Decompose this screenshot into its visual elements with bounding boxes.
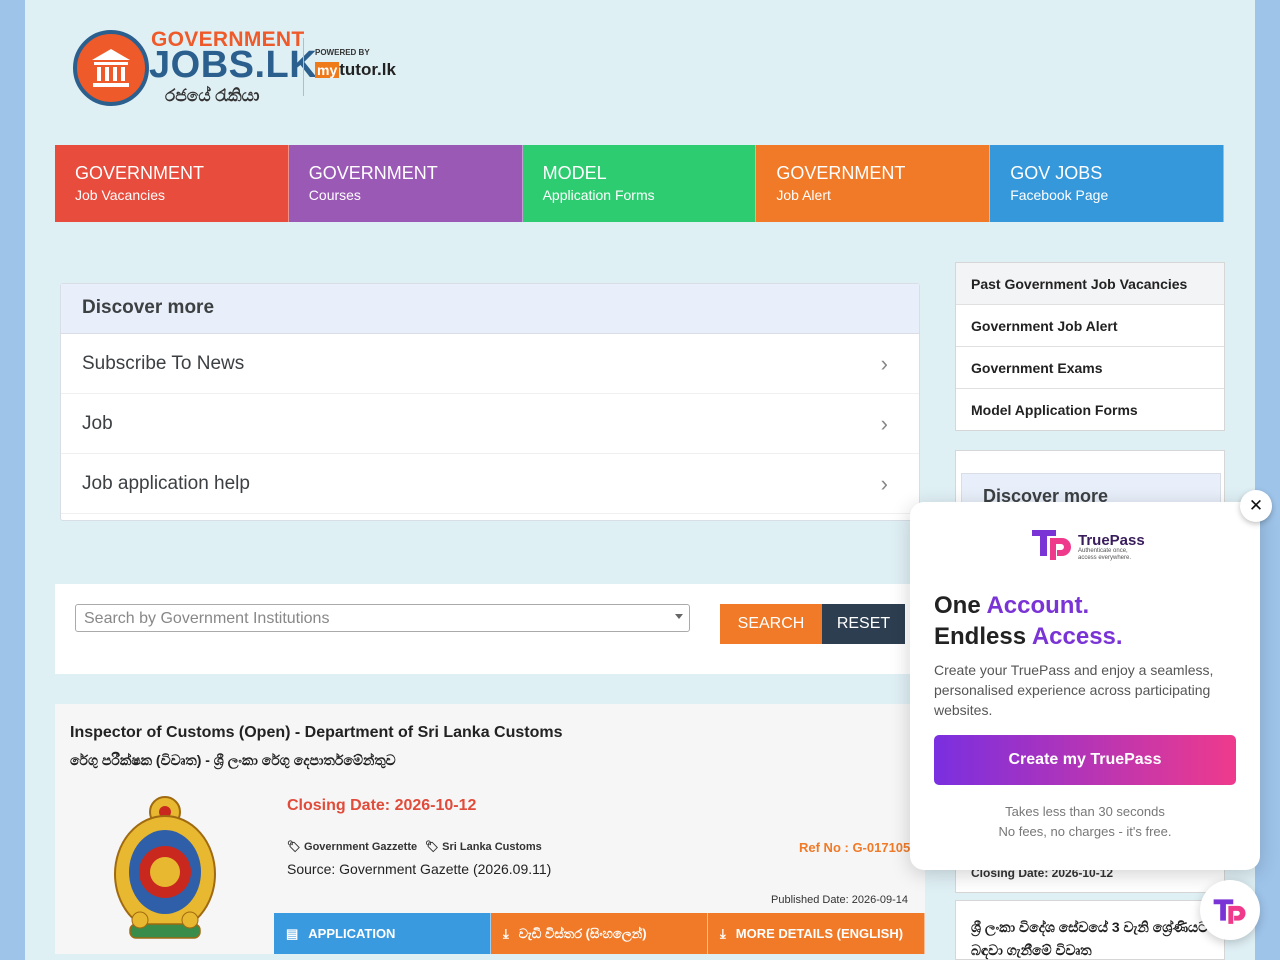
tag-gazette[interactable]: 🏷 Government Gazzette: [287, 840, 417, 853]
details-sinhala-button[interactable]: ⤓ වැඩි විස්තර (සිංහලෙන්): [491, 913, 708, 954]
menu-courses[interactable]: GOVERNMENT Courses: [288, 145, 523, 222]
building-icon: [73, 30, 149, 106]
dropdown-arrow-icon: [675, 614, 683, 619]
tag-icon: 🏷: [425, 841, 443, 853]
truepass-logo-icon: [1032, 530, 1071, 560]
menu-item-subtitle: Courses: [308, 187, 361, 203]
details-sinhala-label: වැඩි විස්තර (සිංහලෙන්): [518, 925, 647, 941]
discover-item-label: Job: [82, 412, 113, 434]
form-icon: ▤: [286, 925, 299, 941]
institution-select[interactable]: Search by Government Institutions: [75, 604, 690, 632]
download-icon: ⤓: [720, 925, 726, 941]
discover-item-subscribe[interactable]: Subscribe To News ›: [61, 334, 919, 394]
details-english-button[interactable]: ⤓ MORE DETAILS (ENGLISH): [708, 913, 925, 954]
discover-item-job[interactable]: Job ›: [61, 394, 919, 454]
reset-button[interactable]: RESET: [822, 604, 905, 644]
menu-item-title: GOVERNMENT: [776, 163, 906, 183]
powered-by-label: POWERED BY: [315, 48, 370, 57]
details-english-label: MORE DETAILS (ENGLISH): [735, 926, 904, 941]
create-truepass-button[interactable]: Create my TruePass: [934, 735, 1236, 785]
truepass-brand: TruePass: [1078, 532, 1145, 549]
menu-item-subtitle: Job Alert: [776, 187, 831, 203]
sidebar-discover-panel: Discover more: [955, 450, 1225, 511]
search-button[interactable]: SEARCH: [720, 604, 822, 644]
partner-logo: my tutor.lk: [315, 60, 396, 79]
chevron-right-icon: ›: [880, 350, 888, 376]
job-title[interactable]: Inspector of Customs (Open) - Department…: [70, 724, 563, 742]
tag-icon: 🏷: [287, 841, 305, 853]
tag-customs[interactable]: 🏷 Sri Lanka Customs: [425, 840, 542, 853]
truepass-tagline: Authenticate once, access everywhere.: [1078, 548, 1132, 561]
application-label: APPLICATION: [308, 926, 396, 941]
close-icon[interactable]: ✕: [1240, 490, 1272, 522]
sidebar-link-exams[interactable]: Government Exams: [956, 347, 1224, 389]
menu-item-subtitle: Facebook Page: [1010, 187, 1109, 203]
published-date: Published Date: 2026-09-14: [771, 894, 908, 906]
logo-line-2: JOBS.LK: [149, 44, 318, 86]
menu-item-title: MODEL: [542, 163, 607, 183]
search-panel: Search by Government Institutions SEARCH…: [55, 584, 925, 674]
menu-application-forms[interactable]: MODEL Application Forms: [522, 145, 757, 222]
menu-item-subtitle: Application Forms: [542, 187, 655, 203]
discover-item-help[interactable]: Job application help ›: [61, 454, 919, 514]
menu-job-alert[interactable]: GOVERNMENT Job Alert: [756, 145, 991, 222]
sidebar-link-job-alert[interactable]: Government Job Alert: [956, 305, 1224, 347]
logo-divider: [303, 38, 304, 96]
discover-item-label: Subscribe To News: [82, 352, 245, 374]
download-icon: ⤓: [503, 925, 509, 941]
site-logo[interactable]: GOVERNMENT JOBS.LK රජයේ රැකියා POWERED B…: [73, 28, 403, 110]
truepass-description: Create your TruePass and enjoy a seamles…: [934, 662, 1214, 718]
chevron-right-icon: ›: [880, 470, 888, 496]
job-source: Source: Government Gazette (2026.09.11): [287, 861, 552, 877]
discover-item-label: Job application help: [82, 472, 250, 494]
truepass-popup: TruePass Authenticate once, access everyw…: [910, 502, 1260, 870]
sidebar-job-title[interactable]: ශ්‍රී ලංකා විදේශ සේවයේ 3 වැනි ශ්‍රේණියට …: [955, 900, 1225, 960]
logo-line-3: රජයේ රැකියා: [165, 86, 260, 105]
sri-lanka-emblem-icon: [110, 792, 220, 942]
chevron-right-icon: ›: [880, 410, 888, 436]
truepass-logo: TruePass Authenticate once, access everyw…: [1030, 526, 1150, 562]
truepass-note: Takes less than 30 seconds No fees, no c…: [998, 804, 1172, 839]
job-title-sinhala: රේගු පරීක්ෂක (විවෘත) - ශ්‍රී ලංකා රේගු ද…: [70, 752, 396, 768]
sidebar-link-model-forms[interactable]: Model Application Forms: [956, 389, 1224, 431]
application-button[interactable]: ▤ APPLICATION: [274, 913, 491, 954]
menu-job-vacancies[interactable]: GOVERNMENT Job Vacancies: [55, 145, 289, 222]
institution-select-placeholder: Search by Government Institutions: [84, 610, 330, 627]
menu-facebook-page[interactable]: GOV JOBS Facebook Page: [990, 145, 1224, 222]
closing-date: Closing Date: 2026-10-12: [287, 797, 477, 814]
discover-more-panel: Discover more Subscribe To News › Job › …: [60, 283, 920, 521]
main-menu: GOVERNMENT Job Vacancies GOVERNMENT Courses…: [55, 145, 1224, 222]
menu-item-subtitle: Job Vacancies: [75, 187, 166, 203]
job-tags: 🏷 Government Gazzette 🏷 Sri Lanka Custom…: [287, 840, 542, 853]
reference-number: Ref No : G-017105: [799, 840, 911, 855]
sidebar-link-past-vacancies[interactable]: Past Government Job Vacancies: [956, 263, 1224, 305]
job-actions: ▤ APPLICATION ⤓ වැඩි විස්තර (සිංහලෙන්) ⤓…: [274, 913, 925, 954]
job-card: Inspector of Customs (Open) - Department…: [55, 704, 925, 954]
sidebar-links: Past Government Job Vacancies Government…: [955, 262, 1225, 431]
truepass-heading: One Account. Endless Access.: [934, 592, 1123, 650]
truepass-badge-icon[interactable]: [1200, 880, 1260, 940]
menu-item-title: GOVERNMENT: [75, 163, 205, 183]
menu-item-title: GOV JOBS: [1010, 163, 1103, 183]
menu-item-title: GOVERNMENT: [308, 163, 438, 183]
discover-more-heading: Discover more: [61, 284, 919, 334]
